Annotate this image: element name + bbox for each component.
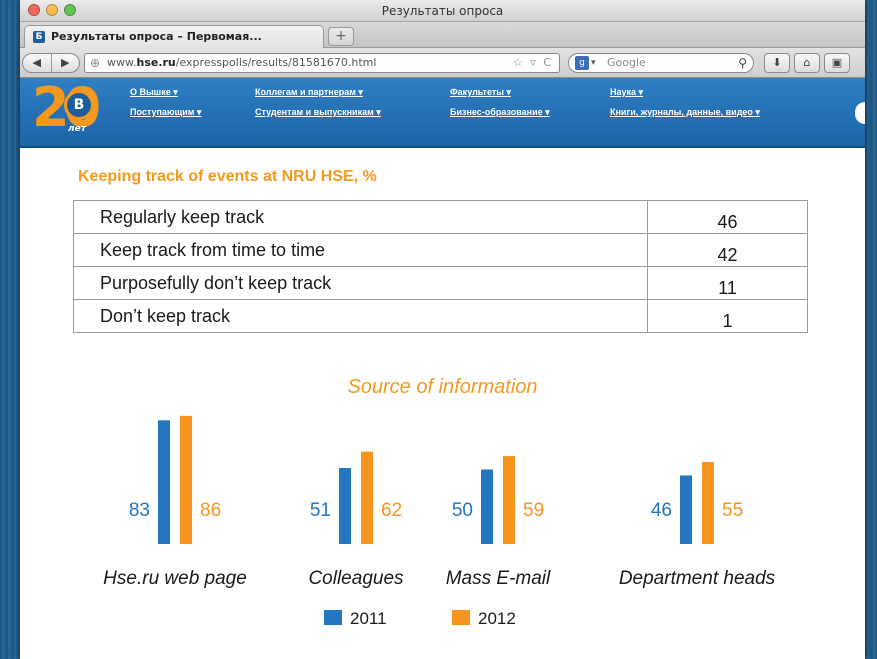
browser-window: Результаты опроса Б Результаты опроса – … (20, 0, 865, 659)
hse-favicon-icon: Б (33, 31, 45, 43)
bar-2011-department-heads (680, 475, 692, 544)
search-input[interactable]: g ▾ Google ⚲ (568, 53, 754, 73)
title-bar: Результаты опроса (20, 0, 865, 22)
tab-label: Результаты опроса – Первомая... (51, 30, 262, 43)
data-label-2012-colleagues: 62 (381, 500, 402, 521)
home-button[interactable]: ⌂ (794, 53, 820, 73)
legend-label-2011: 2011 (350, 609, 387, 628)
desktop-frame-left (0, 0, 20, 659)
nav-link-science[interactable]: Наука ▾ (610, 87, 643, 98)
back-arrow-icon[interactable]: ◀ (23, 54, 52, 72)
nav-link-about[interactable]: О Вышке ▾ (130, 87, 178, 98)
hse-emblem-icon: В (64, 90, 94, 120)
data-label-2011-mass-e-mail: 50 (452, 500, 473, 521)
legend-swatch-2011 (324, 610, 342, 625)
bookmark-star-icon[interactable]: ☆ ▿ C (513, 54, 553, 72)
url-prefix: www. (107, 56, 137, 69)
category-label: Colleagues (308, 568, 404, 589)
url-path: /expresspolls/results/81581670.html (175, 56, 377, 69)
back-forward-group: ◀ ▶ (22, 53, 80, 73)
desktop-frame-right (865, 0, 877, 659)
data-label-2012-department-heads: 55 (722, 500, 743, 521)
data-label-2011-hse-ru-web-page: 83 (129, 500, 150, 521)
minimize-window-button[interactable] (46, 4, 58, 16)
sidebar-icon: ▣ (831, 56, 843, 69)
navigation-toolbar: ◀ ▶ ⊕ www.hse.ru/expresspolls/results/81… (20, 48, 865, 78)
bar-2011-colleagues (339, 468, 351, 544)
zoom-window-button[interactable] (64, 4, 76, 16)
forward-arrow-icon[interactable]: ▶ (52, 54, 80, 72)
legend-swatch-2012 (452, 610, 470, 625)
tab-bar: Б Результаты опроса – Первомая... + (20, 22, 865, 48)
nav-link-business[interactable]: Бизнес-образование ▾ (450, 107, 550, 118)
tab-survey-results[interactable]: Б Результаты опроса – Первомая... (24, 25, 324, 48)
data-label-2012-hse-ru-web-page: 86 (200, 500, 221, 521)
category-label: Mass E-mail (446, 568, 551, 589)
source-of-information-chart: 83 86 Hse.ru web page 51 62 Colleagues 50 59 Mas… (103, 415, 776, 628)
data-label-2012-mass-e-mail: 59 (523, 500, 544, 521)
nav-link-students[interactable]: Студентам и выпускникам ▾ (255, 107, 381, 118)
hse-20-years-logo[interactable]: 20 В лет (32, 78, 110, 142)
legend-label-2012: 2012 (478, 609, 516, 628)
site-nav: О Вышке ▾ Коллегам и партнерам ▾ Факульт… (130, 87, 850, 137)
logo-sub: лет (68, 124, 86, 134)
data-label-2011-colleagues: 51 (310, 500, 331, 521)
google-engine-icon[interactable]: g (575, 56, 589, 70)
new-tab-button[interactable]: + (328, 27, 354, 46)
bar-2012-hse-ru-web-page (180, 415, 192, 544)
window-controls (28, 4, 76, 16)
header-search-edge (855, 102, 865, 124)
window-title: Результаты опроса (381, 4, 504, 18)
category-label: Hse.ru web page (103, 568, 247, 589)
site-header: 20 В лет О Вышке ▾ Коллегам и партнерам … (20, 78, 865, 148)
download-arrow-icon: ⬇ (772, 56, 782, 69)
url-domain: hse.ru (136, 56, 176, 69)
data-label-2011-department-heads: 46 (651, 500, 672, 521)
search-placeholder: Google (607, 56, 646, 69)
nav-link-partners[interactable]: Коллегам и партнерам ▾ (255, 87, 363, 98)
close-window-button[interactable] (28, 4, 40, 16)
nav-link-applicants[interactable]: Поступающим ▾ (130, 107, 201, 118)
chevron-down-icon[interactable]: ▾ (591, 54, 596, 72)
bar-2011-hse-ru-web-page (158, 420, 170, 544)
sidebar-button[interactable]: ▣ (824, 53, 850, 73)
address-bar[interactable]: ⊕ www.hse.ru/expresspolls/results/815816… (84, 53, 560, 73)
bar-2012-colleagues (361, 451, 373, 544)
page-content: Keeping track of events at NRU HSE, % Re… (20, 148, 865, 629)
bar-2011-mass-e-mail (481, 469, 493, 544)
home-icon: ⌂ (803, 56, 811, 69)
category-label: Department heads (619, 568, 776, 589)
search-icon[interactable]: ⚲ (738, 54, 747, 72)
bar-2012-department-heads (702, 462, 714, 544)
globe-icon: ⊕ (90, 56, 101, 70)
nav-link-faculties[interactable]: Факультеты ▾ (450, 87, 511, 98)
nav-link-books[interactable]: Книги, журналы, данные, видео ▾ (610, 107, 760, 118)
bar-2012-mass-e-mail (503, 456, 515, 544)
downloads-button[interactable]: ⬇ (764, 53, 790, 73)
